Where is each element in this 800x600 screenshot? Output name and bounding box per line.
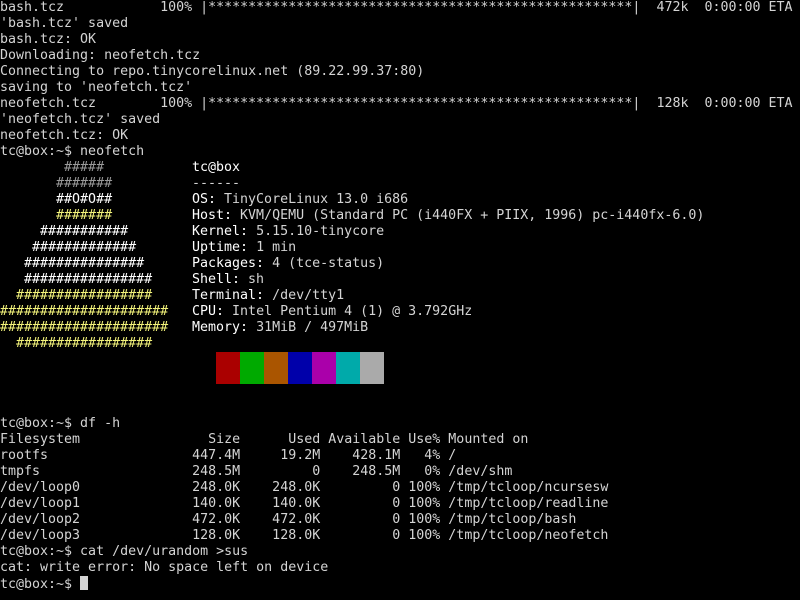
color-palette — [216, 352, 384, 384]
color-swatch — [312, 352, 336, 384]
df-row: tmpfs 248.5M 0 248.5M 0% /dev/shm — [0, 464, 513, 479]
df-row: /dev/loop1 140.0K 140.0K 0 100% /tmp/tcl… — [0, 496, 609, 511]
neofetch-logo-line: ########### — [0, 224, 129, 239]
color-swatch — [216, 352, 240, 384]
neofetch-logo-line: ############# — [0, 240, 137, 255]
df-row: /dev/loop2 472.0K 472.0K 0 100% /tmp/tcl… — [0, 512, 577, 527]
error-line: cat: write error: No space left on devic… — [0, 560, 329, 575]
info-label: Host — [192, 208, 225, 223]
neofetch-logo-line: ##O#O## — [0, 192, 113, 207]
info-value: Intel Pentium 4 (1) @ 3.792GHz — [232, 304, 473, 319]
log-line: Connecting to repo.tinycorelinux.net (89… — [0, 64, 425, 79]
neofetch-logo-line: ##################### — [0, 304, 169, 319]
info-label: Uptime — [192, 240, 241, 255]
info-value: TinyCoreLinux 13.0 i686 — [224, 192, 409, 207]
info-label: Kernel — [192, 224, 241, 239]
neofetch-logo-line: ####### — [0, 176, 113, 191]
neofetch-cpu-row: CPU: Intel Pentium 4 (1) @ 3.792GHz — [192, 304, 473, 319]
info-value: 5.15.10-tinycore — [256, 224, 385, 239]
neofetch-kernel-row: Kernel: 5.15.10-tinycore — [192, 224, 385, 239]
prompt-text: tc@box:~$ — [0, 577, 81, 592]
info-value: sh — [248, 272, 265, 287]
neofetch-separator: ------ — [192, 176, 241, 191]
log-line: neofetch.tcz 100% |*********************… — [0, 96, 793, 111]
neofetch-logo-line: ################ — [0, 272, 153, 287]
neofetch-logo-line: ####### — [0, 208, 113, 223]
info-value: /dev/tty1 — [272, 288, 345, 303]
log-line: 'bash.tcz' saved — [0, 16, 129, 31]
shell-prompt-line: tc@box:~$ cat /dev/urandom >sus — [0, 544, 249, 559]
neofetch-os-row: OS: TinyCoreLinux 13.0 i686 — [192, 192, 409, 207]
info-label: Memory — [192, 320, 241, 335]
df-row: /dev/loop3 128.0K 128.0K 0 100% /tmp/tcl… — [0, 528, 609, 543]
neofetch-memory-row: Memory: 31MiB / 497MiB — [192, 320, 369, 335]
info-value: 4 (tce-status) — [272, 256, 385, 271]
df-header: Filesystem Size Used Available Use% Moun… — [0, 432, 529, 447]
neofetch-logo-line: ################# — [0, 288, 153, 303]
info-value: 31MiB / 497MiB — [256, 320, 369, 335]
color-swatch — [336, 352, 360, 384]
shell-prompt-line: tc@box:~$ neofetch — [0, 144, 145, 159]
neofetch-terminal-row: Terminal: /dev/tty1 — [192, 288, 345, 303]
log-line: saving to 'neofetch.tcz' — [0, 80, 193, 95]
df-row: rootfs 447.4M 19.2M 428.1M 4% / — [0, 448, 457, 463]
log-line: Downloading: neofetch.tcz — [0, 48, 201, 63]
current-prompt-line[interactable]: tc@box:~$ — [0, 576, 89, 592]
info-value: KVM/QEMU (Standard PC (i440FX + PIIX, 19… — [240, 208, 705, 223]
cursor — [80, 576, 89, 590]
neofetch-logo-line: ##### — [0, 160, 105, 175]
neofetch-uptime-row: Uptime: 1 min — [192, 240, 297, 255]
terminal-screen[interactable]: bash.tcz 100% |*************************… — [0, 0, 800, 600]
shell-prompt-line: tc@box:~$ df -h — [0, 416, 121, 431]
neofetch-shell-row: Shell: sh — [192, 272, 265, 287]
df-row: /dev/loop0 248.0K 248.0K 0 100% /tmp/tcl… — [0, 480, 609, 495]
info-label: Shell — [192, 272, 233, 287]
log-line: bash.tcz 100% |*************************… — [0, 0, 793, 15]
color-swatch — [240, 352, 264, 384]
color-swatch — [264, 352, 288, 384]
info-label: CPU — [192, 304, 217, 319]
info-label: OS — [192, 192, 209, 207]
info-value: 1 min — [256, 240, 297, 255]
color-swatch — [360, 352, 384, 384]
log-line: bash.tcz: OK — [0, 32, 97, 47]
neofetch-packages-row: Packages: 4 (tce-status) — [192, 256, 385, 271]
info-label: Packages — [192, 256, 257, 271]
neofetch-logo-line: ############### — [0, 256, 145, 271]
neofetch-user-host: tc@box — [192, 160, 241, 175]
neofetch-logo-line: ##################### — [0, 320, 169, 335]
log-line: 'neofetch.tcz' saved — [0, 112, 161, 127]
neofetch-logo-line: ################# — [0, 336, 153, 351]
log-line: neofetch.tcz: OK — [0, 128, 129, 143]
color-swatch — [288, 352, 312, 384]
neofetch-host-row: Host: KVM/QEMU (Standard PC (i440FX + PI… — [192, 208, 705, 223]
info-label: Terminal — [192, 288, 257, 303]
